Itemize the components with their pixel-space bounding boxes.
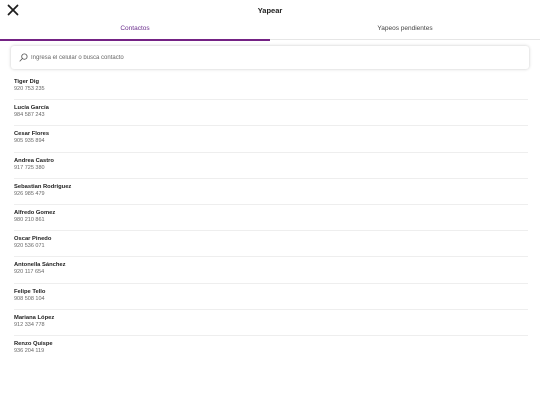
contact-phone: 905 935 894 — [14, 138, 45, 145]
top-bar: Yapear — [0, 0, 540, 22]
contact-item[interactable]: Sebastian Rodriguez 926 985 479 — [14, 179, 528, 205]
contact-name: Lucía García — [14, 105, 49, 112]
contact-phone: 926 985 479 — [14, 190, 45, 197]
contact-item[interactable]: Cesar Flores 905 935 894 — [14, 126, 528, 153]
tab-bar: Contactos Yapeos pendientes — [0, 22, 540, 41]
contact-phone: 912 334 778 — [14, 321, 45, 328]
contact-item[interactable]: Antonella Sánchez 920 117 654 — [14, 257, 528, 284]
contact-name: Antonella Sánchez — [14, 262, 66, 269]
contact-name: Renzo Quispe — [14, 340, 53, 347]
contact-phone: 920 536 071 — [14, 243, 45, 250]
contact-item[interactable]: Lucía García 984 587 243 — [14, 100, 528, 127]
contact-name: Sebastian Rodriguez — [14, 183, 72, 190]
contact-phone: 908 508 104 — [14, 295, 45, 302]
contact-item[interactable]: Mariana López 912 334 778 — [14, 310, 528, 336]
contact-phone: 980 210 861 — [14, 216, 45, 223]
contact-item[interactable]: Tiger Dig 920 753 235 — [14, 74, 528, 101]
contact-name: Oscar Pinedo — [14, 236, 52, 243]
contact-name: Tiger Dig — [14, 79, 40, 85]
contact-phone: 920 117 654 — [14, 269, 45, 276]
contact-item[interactable]: Alfredo Gomez 980 210 861 — [14, 205, 528, 232]
contact-phone: 984 587 243 — [14, 112, 45, 119]
contact-phone: 920 753 235 — [14, 86, 45, 92]
contact-item[interactable]: Renzo Quispe 936 204 119 — [14, 336, 528, 362]
contact-list: Tiger Dig 920 753 235 Lucía García 984 587 … — [14, 74, 528, 362]
tab-contactos[interactable]: Contactos — [0, 22, 270, 41]
contact-phone: 936 204 119 — [14, 347, 45, 354]
contact-item[interactable]: Felipe Tello 908 508 104 — [14, 284, 528, 310]
contact-name: Felipe Tello — [14, 288, 46, 295]
contact-name: Alfredo Gomez — [14, 209, 56, 216]
contact-item[interactable]: Oscar Pinedo 920 536 071 — [14, 231, 528, 258]
contact-item[interactable]: Andrea Castro 917 725 380 — [14, 153, 528, 179]
contact-name: Mariana López — [14, 314, 55, 321]
contact-name: Cesar Flores — [14, 131, 50, 138]
contact-name: Andrea Castro — [14, 157, 54, 164]
page-title: Yapear — [257, 6, 283, 15]
search-icon — [19, 53, 28, 62]
tab-yapeos-pendientes[interactable]: Yapeos pendientes — [270, 22, 540, 40]
search-box — [11, 46, 529, 69]
contact-phone: 917 725 380 — [14, 164, 45, 171]
search-input[interactable] — [31, 50, 521, 65]
